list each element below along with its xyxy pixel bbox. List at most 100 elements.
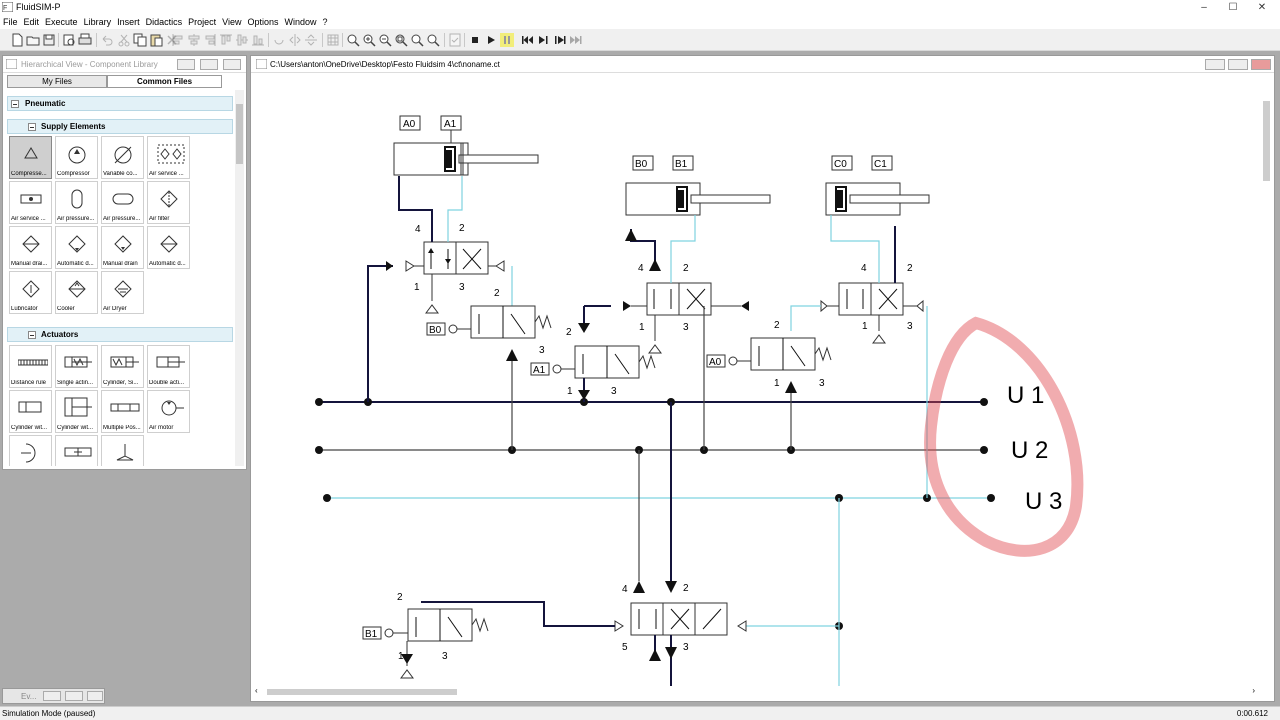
group-actuators[interactable]: Actuators bbox=[7, 327, 233, 342]
menu-help[interactable]: ? bbox=[320, 15, 331, 29]
maximize-button[interactable] bbox=[65, 691, 83, 701]
collapse-icon[interactable] bbox=[28, 123, 36, 131]
menu-execute[interactable]: Execute bbox=[42, 15, 81, 29]
library-item[interactable]: Double acti... bbox=[147, 345, 190, 388]
library-scrollbar[interactable] bbox=[235, 90, 244, 466]
minimized-window[interactable]: Ev... bbox=[2, 688, 105, 704]
fast-forward-icon[interactable] bbox=[569, 33, 583, 47]
menu-file[interactable]: File bbox=[0, 15, 21, 29]
roller-valve-a1[interactable] bbox=[552, 345, 656, 379]
minimize-button[interactable]: – bbox=[1191, 0, 1217, 15]
circuit-close-button[interactable] bbox=[1251, 59, 1271, 70]
valve-a-52[interactable] bbox=[405, 241, 505, 275]
library-item[interactable] bbox=[9, 435, 52, 466]
zoom-in-icon[interactable] bbox=[362, 33, 376, 47]
menu-didactics[interactable]: Didactics bbox=[143, 15, 186, 29]
circuit-restore-button[interactable] bbox=[1228, 59, 1248, 70]
roller-valve-b1[interactable] bbox=[384, 608, 489, 642]
align-top-icon[interactable] bbox=[219, 33, 233, 47]
zoom-out-icon[interactable] bbox=[378, 33, 392, 47]
align-middle-icon[interactable] bbox=[235, 33, 249, 47]
library-scroll-thumb[interactable] bbox=[236, 104, 243, 164]
group-supply-elements[interactable]: Supply Elements bbox=[7, 119, 233, 134]
menu-library[interactable]: Library bbox=[81, 15, 115, 29]
flip-vertical-icon[interactable] bbox=[304, 33, 318, 47]
library-item[interactable]: Cylinder wit... bbox=[9, 390, 52, 433]
library-item[interactable]: Cylinder wit... bbox=[55, 390, 98, 433]
play-icon[interactable] bbox=[484, 33, 498, 47]
step-continue-icon[interactable] bbox=[553, 33, 567, 47]
align-right-icon[interactable] bbox=[203, 33, 217, 47]
cylinder-a[interactable] bbox=[393, 142, 539, 176]
menu-insert[interactable]: Insert bbox=[114, 15, 143, 29]
library-item[interactable]: Multiple Pos... bbox=[101, 390, 144, 433]
check-icon[interactable] bbox=[448, 33, 462, 47]
rewind-icon[interactable] bbox=[520, 33, 534, 47]
library-item[interactable]: Air Dryer bbox=[101, 271, 144, 314]
library-item[interactable]: Automatic d... bbox=[55, 226, 98, 269]
cut-icon[interactable] bbox=[117, 33, 131, 47]
stop-icon[interactable] bbox=[468, 33, 482, 47]
collapse-icon[interactable] bbox=[11, 100, 19, 108]
valve-b-52[interactable] bbox=[623, 282, 749, 316]
library-item[interactable]: Air pressure... bbox=[101, 181, 144, 224]
library-item[interactable] bbox=[55, 435, 98, 466]
scroll-left-icon[interactable]: ‹ bbox=[255, 686, 258, 695]
undo-icon[interactable] bbox=[100, 33, 114, 47]
library-minimize-button[interactable] bbox=[177, 59, 195, 70]
library-item[interactable]: Automatic d... bbox=[147, 226, 190, 269]
vertical-scroll-thumb[interactable] bbox=[1263, 101, 1270, 181]
circuit-vertical-scrollbar[interactable] bbox=[1261, 75, 1272, 685]
align-left-icon[interactable] bbox=[171, 33, 185, 47]
maximize-button[interactable]: ☐ bbox=[1220, 0, 1246, 15]
restore-button[interactable] bbox=[43, 691, 61, 701]
menu-view[interactable]: View bbox=[219, 15, 244, 29]
close-button[interactable] bbox=[87, 691, 103, 701]
align-bottom-icon[interactable] bbox=[251, 33, 265, 47]
valve-c-52[interactable] bbox=[820, 282, 924, 316]
zoom-sheet-icon[interactable] bbox=[410, 33, 424, 47]
print-icon[interactable] bbox=[78, 33, 92, 47]
circuit-horizontal-scrollbar[interactable]: ‹ › bbox=[255, 686, 1255, 698]
library-item[interactable]: Compressor bbox=[55, 136, 98, 179]
library-item[interactable]: Cylinder, Si... bbox=[101, 345, 144, 388]
library-item[interactable]: Cooler bbox=[55, 271, 98, 314]
pneumatic-circuit-diagram[interactable]: A0 A1 B0 B1 C0 C1 U 1 U 2 U 3 4 2 1 3 B0… bbox=[251, 74, 1261, 686]
zoom-fit-icon[interactable] bbox=[394, 33, 408, 47]
library-item[interactable]: Compresse... bbox=[9, 136, 52, 179]
rotate-icon[interactable] bbox=[272, 33, 286, 47]
cylinder-b[interactable] bbox=[625, 182, 771, 216]
new-icon[interactable] bbox=[10, 33, 24, 47]
library-item[interactable]: Variable co... bbox=[101, 136, 144, 179]
library-item[interactable]: Manual drain bbox=[101, 226, 144, 269]
library-item[interactable]: Air service ... bbox=[147, 136, 190, 179]
roller-valve-b0[interactable] bbox=[448, 305, 552, 339]
zoom-previous-icon[interactable] bbox=[426, 33, 440, 47]
pause-icon[interactable] bbox=[500, 33, 514, 47]
library-restore-button[interactable] bbox=[200, 59, 218, 70]
paste-icon[interactable] bbox=[149, 33, 163, 47]
align-center-icon[interactable] bbox=[187, 33, 201, 47]
tab-my-files[interactable]: My Files bbox=[7, 75, 107, 88]
library-item[interactable]: Lubricator bbox=[9, 271, 52, 314]
circuit-minimize-button[interactable] bbox=[1205, 59, 1225, 70]
library-item[interactable]: Air filter bbox=[147, 181, 190, 224]
menu-edit[interactable]: Edit bbox=[21, 15, 43, 29]
zoom-icon[interactable] bbox=[346, 33, 360, 47]
close-button[interactable]: ✕ bbox=[1249, 0, 1275, 15]
group-pneumatic[interactable]: Pneumatic bbox=[7, 96, 233, 111]
print-preview-icon[interactable] bbox=[62, 33, 76, 47]
library-close-button[interactable] bbox=[223, 59, 241, 70]
library-item[interactable]: Distance rule bbox=[9, 345, 52, 388]
grid-icon[interactable] bbox=[326, 33, 340, 47]
save-icon[interactable] bbox=[42, 33, 56, 47]
library-item[interactable]: Manual drai... bbox=[9, 226, 52, 269]
scroll-right-icon[interactable]: › bbox=[1252, 686, 1255, 695]
copy-icon[interactable] bbox=[133, 33, 147, 47]
tab-common-files[interactable]: Common Files bbox=[107, 75, 222, 88]
valve-bottom-52[interactable] bbox=[614, 602, 747, 636]
collapse-icon[interactable] bbox=[28, 331, 36, 339]
menu-project[interactable]: Project bbox=[185, 15, 219, 29]
step-icon[interactable] bbox=[536, 33, 550, 47]
horizontal-scroll-thumb[interactable] bbox=[267, 689, 457, 695]
